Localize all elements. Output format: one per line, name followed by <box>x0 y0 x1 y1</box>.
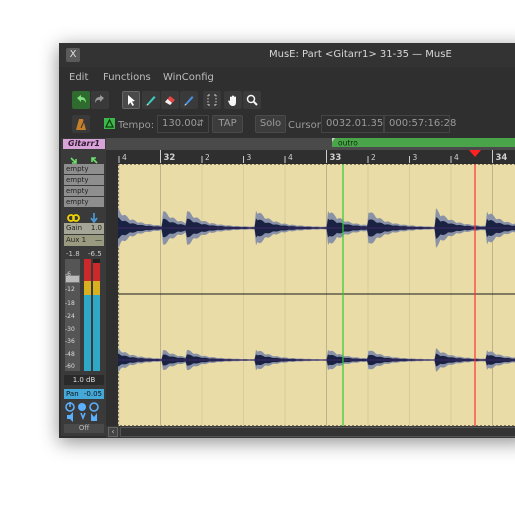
volume-readout[interactable]: 1.0 dB <box>64 375 104 385</box>
aux-value: — <box>95 236 102 244</box>
tool-toolbar <box>59 89 515 113</box>
effect-slot[interactable]: empty <box>64 186 104 196</box>
scroll-left-icon[interactable]: ‹ <box>108 427 118 437</box>
horizontal-scrollbar[interactable]: ‹ <box>106 426 515 438</box>
pan-value: -0.05 <box>83 390 102 398</box>
audio-part[interactable] <box>117 163 515 427</box>
tempo-label: Tempo: <box>118 120 155 131</box>
track-name[interactable]: Gitarr1 <box>63 139 105 149</box>
effect-slot[interactable]: empty <box>64 175 104 185</box>
menu-edit[interactable]: Edit <box>69 72 88 83</box>
ruler-label: 33 <box>330 153 342 163</box>
ruler-label: 4 <box>454 153 459 162</box>
fader-scale: -6 -12 -18 -24 -30 -36 -48 -60 <box>65 271 75 370</box>
tempo-master-icon[interactable] <box>104 118 115 129</box>
pointer-icon[interactable] <box>122 91 140 109</box>
marker-bar[interactable] <box>332 138 515 147</box>
automation-mode[interactable]: Off <box>64 424 104 433</box>
level-meter-right <box>93 259 100 371</box>
scroll-thumb[interactable] <box>120 427 515 437</box>
record-icon[interactable] <box>78 403 86 411</box>
ruler-label: 4 <box>288 153 293 162</box>
menu-bar: Edit Functions WinConfig <box>59 67 515 87</box>
zoom-icon[interactable] <box>243 91 261 109</box>
power-icon[interactable] <box>65 402 75 412</box>
ruler-label: 2 <box>371 153 376 162</box>
ruler-label: 4 <box>122 153 127 162</box>
mute-icon[interactable] <box>89 402 99 412</box>
fader-area: -6 -12 -18 -24 -30 -36 -48 -60 <box>64 259 104 371</box>
title-bar: X MusE: Part <Gitarr1> 31-35 — MusE <box>59 43 515 67</box>
effect-slot[interactable]: empty <box>64 197 104 207</box>
range-icon[interactable] <box>203 91 221 109</box>
window-title: MusE: Part <Gitarr1> 31-35 — MusE <box>269 49 452 60</box>
menu-winconfig[interactable]: WinConfig <box>163 72 214 83</box>
draw-icon[interactable] <box>180 91 198 109</box>
cursor-time-field[interactable]: 000:57:16:28 <box>384 115 456 133</box>
eraser-icon[interactable] <box>161 91 179 109</box>
redo-icon[interactable] <box>91 91 109 109</box>
aux-label: Aux 1 <box>66 236 87 244</box>
meter-left-peak: -1.8 <box>66 250 80 258</box>
main-window: X MusE: Part <Gitarr1> 31-35 — MusE Edit… <box>59 43 515 438</box>
solo-icon[interactable] <box>80 412 86 421</box>
timeline-ruler[interactable]: outro 4 32 2 3 4 33 2 3 4 34 <box>106 138 515 163</box>
gain-value: 1.0 <box>90 224 102 232</box>
cursor-bbt-field[interactable]: 0032.01.350 <box>321 115 390 133</box>
ruler-label: 3 <box>413 153 418 162</box>
pan-label: Pan <box>66 390 79 398</box>
solo-button[interactable]: Solo <box>255 115 286 133</box>
ruler-label: 2 <box>205 153 210 162</box>
pan-hand-icon[interactable] <box>224 91 242 109</box>
part-background <box>118 164 515 426</box>
aux-control[interactable]: Aux 1 — <box>64 235 104 246</box>
cursor-label: Cursor <box>288 120 321 131</box>
ruler-label: 34 <box>496 153 508 163</box>
ruler-label: 3 <box>247 153 252 162</box>
gain-label: Gain <box>66 224 83 232</box>
metronome-icon[interactable] <box>72 115 90 133</box>
ruler-label: 32 <box>164 153 176 163</box>
tempo-value: 130.00 <box>162 118 197 129</box>
mixer-strip: Gitarr1 empty empty empty empty Gain 1.0… <box>61 138 107 436</box>
monitor-icon[interactable] <box>91 413 97 421</box>
pan-control[interactable]: Pan -0.05 <box>64 389 104 399</box>
tempo-field[interactable]: 130.00 ⇵ <box>157 115 209 133</box>
strip-buttons <box>64 209 104 224</box>
gain-control[interactable]: Gain 1.0 <box>64 223 104 234</box>
route-buttons <box>64 151 104 164</box>
pre-icon[interactable] <box>90 213 98 224</box>
marker-label: outro <box>338 139 358 148</box>
effect-slot[interactable]: empty <box>64 164 104 174</box>
waveform-editor[interactable]: outro 4 32 2 3 4 33 2 3 4 34 <box>106 138 515 427</box>
level-meter-left <box>84 259 91 371</box>
pencil-icon[interactable] <box>142 91 160 109</box>
speaker-icon[interactable] <box>67 412 73 422</box>
transport-toolbar: Tempo: 130.00 ⇵ TAP Solo Cursor 0032.01.… <box>59 114 515 136</box>
tap-button[interactable]: TAP <box>212 115 243 133</box>
app-icon: X <box>66 48 80 62</box>
undo-icon[interactable] <box>72 91 90 109</box>
stereo-icon[interactable] <box>67 214 80 222</box>
spin-icon[interactable]: ⇵ <box>196 116 204 132</box>
menu-functions[interactable]: Functions <box>103 72 151 83</box>
editor-canvas[interactable]: outro 4 32 2 3 4 33 2 3 4 34 <box>106 138 515 427</box>
strip-bottom-buttons <box>64 401 104 423</box>
meter-right-peak: -6.5 <box>88 250 102 258</box>
